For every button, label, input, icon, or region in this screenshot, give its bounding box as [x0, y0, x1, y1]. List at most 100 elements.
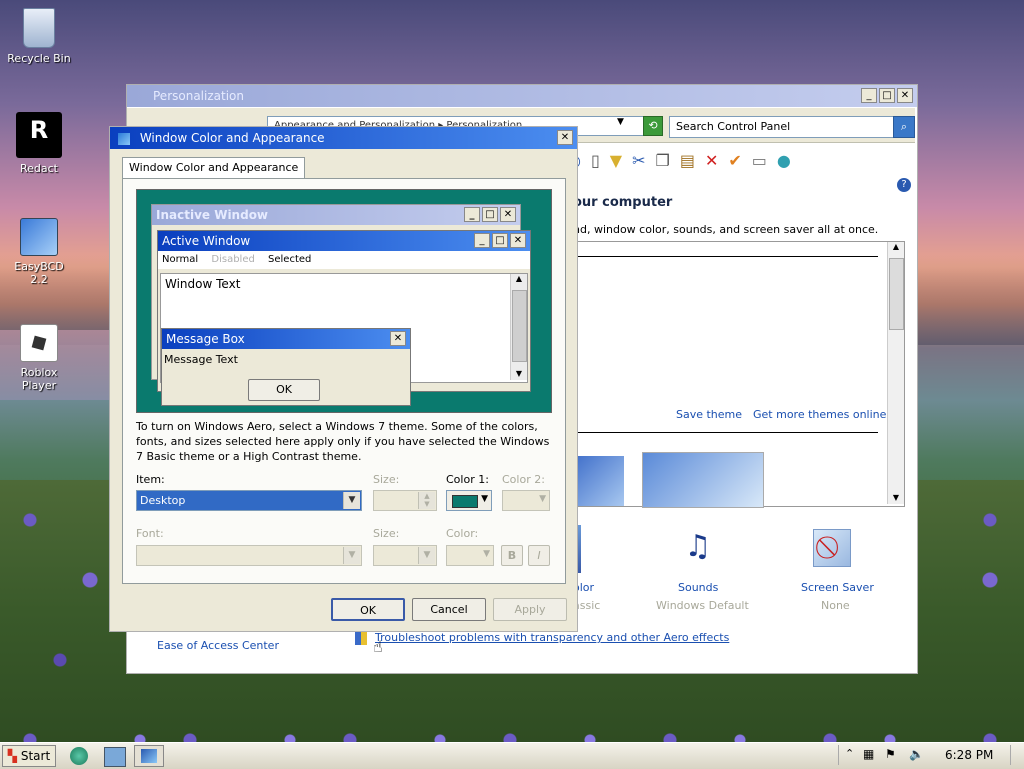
chevron-down-icon[interactable]: ▼	[343, 492, 360, 509]
item-select-value: Desktop	[140, 494, 186, 507]
chevron-down-icon[interactable]: ▼	[343, 547, 360, 564]
size-spinner[interactable]: ▲ ▼	[373, 490, 437, 511]
taskbar: ▚ Start ⌃ ▦ ⚑ 🔈 6:28 PM	[0, 742, 1024, 769]
minimize-button: _	[474, 233, 490, 248]
desktop-icon-roblox[interactable]: Roblox Player	[4, 324, 74, 392]
cancel-button[interactable]: Cancel	[412, 598, 486, 621]
network-icon[interactable]: ▦	[863, 747, 874, 761]
save-theme-link[interactable]: Save theme	[676, 408, 742, 421]
easybcd-icon	[20, 218, 58, 256]
minimize-button: _	[464, 207, 480, 222]
dialog-icon	[118, 132, 130, 145]
color1-swatch	[452, 495, 478, 508]
sounds-icon[interactable]: ♫	[673, 525, 723, 569]
chevron-down-icon[interactable]: ▼	[539, 494, 546, 504]
windows-logo-icon: ▚	[7, 749, 18, 763]
color2-label: Color 2:	[502, 473, 545, 486]
preview-scrollbar: ▲ ▼	[510, 274, 527, 380]
chevron-down-icon[interactable]: ▼	[418, 547, 435, 564]
personalization-title: Personalization	[153, 89, 244, 103]
color1-label: Color 1:	[446, 473, 489, 486]
scroll-down-arrow: ▼	[515, 369, 523, 378]
bold-button[interactable]: B	[501, 545, 523, 566]
paste-icon[interactable]: ▤	[680, 151, 695, 170]
item-select[interactable]: Desktop ▼	[136, 490, 362, 511]
redact-icon: R	[16, 112, 62, 158]
clock[interactable]: 6:28 PM	[945, 748, 993, 762]
get-more-themes-link[interactable]: Get more themes online	[753, 408, 886, 421]
check-icon[interactable]: ✔	[728, 151, 741, 170]
appearance-preview[interactable]: Inactive Window _ □ ✕ Active Window _ □ …	[136, 189, 552, 413]
flag-icon[interactable]: ⚑	[885, 747, 896, 761]
color2-picker[interactable]: ▼	[502, 490, 550, 511]
font-select[interactable]: ▼	[136, 545, 362, 566]
personalization-titlebar[interactable]: Personalization _ □ ✕	[127, 85, 917, 107]
toolbar: ◉ ▯ ▼ ✂ ❐ ▤ ✕ ✔ ▭ ●	[567, 147, 912, 173]
sounds-value: Windows Default	[656, 599, 749, 612]
theme-thumbnail[interactable]	[642, 452, 764, 508]
apply-button[interactable]: Apply	[493, 598, 567, 621]
close-button[interactable]: ✕	[897, 88, 913, 103]
ok-button[interactable]: OK	[331, 598, 405, 621]
search-icon[interactable]: ⌕	[893, 116, 915, 138]
maximize-button[interactable]: □	[879, 88, 895, 103]
scroll-thumb[interactable]	[889, 258, 904, 330]
preview-menu-normal: Normal	[162, 254, 199, 265]
show-desktop-button[interactable]	[1010, 745, 1021, 765]
taskbar-item-personalization[interactable]	[134, 745, 164, 767]
preview-active-title: Active Window	[162, 234, 251, 248]
spinner-arrows-icon[interactable]: ▲ ▼	[418, 492, 435, 509]
desktop-icon-label: Roblox Player	[20, 366, 58, 392]
troubleshoot-link[interactable]: Troubleshoot problems with transparency …	[375, 631, 729, 644]
screen-saver-icon[interactable]: ⃠	[813, 529, 851, 567]
size-label: Size:	[373, 473, 400, 486]
dialog-titlebar[interactable]: Window Color and Appearance ✕	[110, 127, 577, 149]
delete-icon[interactable]: ✕	[705, 151, 718, 170]
copy-icon[interactable]: ❐	[656, 151, 670, 170]
cut-icon[interactable]: ✂	[632, 151, 645, 170]
font-size-select[interactable]: ▼	[373, 545, 437, 566]
scroll-up-arrow: ▲	[515, 274, 523, 283]
volume-icon[interactable]: 🔈	[909, 747, 924, 761]
hand-cursor-icon: ☝	[373, 637, 383, 656]
folder-view-icon[interactable]: ▯	[591, 151, 600, 170]
desktop-icon-redact[interactable]: R Redact	[4, 112, 74, 175]
start-button[interactable]: ▚ Start	[2, 745, 56, 767]
properties-icon[interactable]: ▭	[752, 151, 767, 170]
show-hidden-icons-chevron-icon[interactable]: ⌃	[845, 747, 854, 760]
color1-picker[interactable]: ▼	[446, 490, 492, 511]
scroll-down-arrow[interactable]: ▼	[888, 493, 904, 502]
globe-icon[interactable]: ●	[777, 151, 791, 170]
preview-menu-selected: Selected	[268, 254, 312, 265]
close-button: ✕	[500, 207, 516, 222]
italic-button[interactable]: I	[528, 545, 550, 566]
recycle-bin-icon	[23, 8, 55, 48]
preview-message-box[interactable]: Message Box ✕ Message Text OK	[161, 328, 411, 406]
chevron-down-icon[interactable]: ▼	[481, 494, 488, 504]
show-desktop-icon[interactable]	[104, 747, 126, 767]
scroll-thumb	[512, 290, 527, 362]
scroll-up-arrow[interactable]: ▲	[888, 242, 904, 251]
minimize-button[interactable]: _	[861, 88, 877, 103]
sounds-link[interactable]: Sounds	[678, 581, 718, 594]
shield-icon	[355, 631, 367, 645]
tab-window-color[interactable]: Window Color and Appearance	[122, 157, 306, 178]
help-icon[interactable]: ?	[897, 178, 911, 192]
folder-icon[interactable]: ▼	[610, 151, 622, 170]
divider	[568, 256, 878, 257]
font-color-picker[interactable]: ▼	[446, 545, 494, 566]
close-button: ✕	[390, 331, 406, 346]
ease-of-access-link[interactable]: Ease of Access Center	[157, 639, 279, 652]
browser-quicklaunch-icon[interactable]	[70, 747, 88, 765]
search-input[interactable]: Search Control Panel	[669, 116, 897, 138]
theme-list[interactable]: Save theme Get more themes online ▲ ▼	[567, 241, 905, 508]
desktop-icon-easybcd[interactable]: EasyBCD 2.2	[4, 218, 74, 286]
desktop-icon-recycle-bin[interactable]: Recycle Bin	[4, 8, 74, 65]
screen-saver-link[interactable]: Screen Saver	[801, 581, 874, 594]
roblox-icon	[20, 324, 58, 362]
refresh-icon[interactable]: ⟲	[643, 116, 663, 136]
dialog-close-button[interactable]: ✕	[557, 130, 573, 145]
chevron-down-icon[interactable]: ▼	[483, 549, 490, 559]
theme-list-scrollbar[interactable]: ▲ ▼	[887, 242, 904, 504]
address-dropdown-icon[interactable]: ▼	[617, 117, 624, 127]
